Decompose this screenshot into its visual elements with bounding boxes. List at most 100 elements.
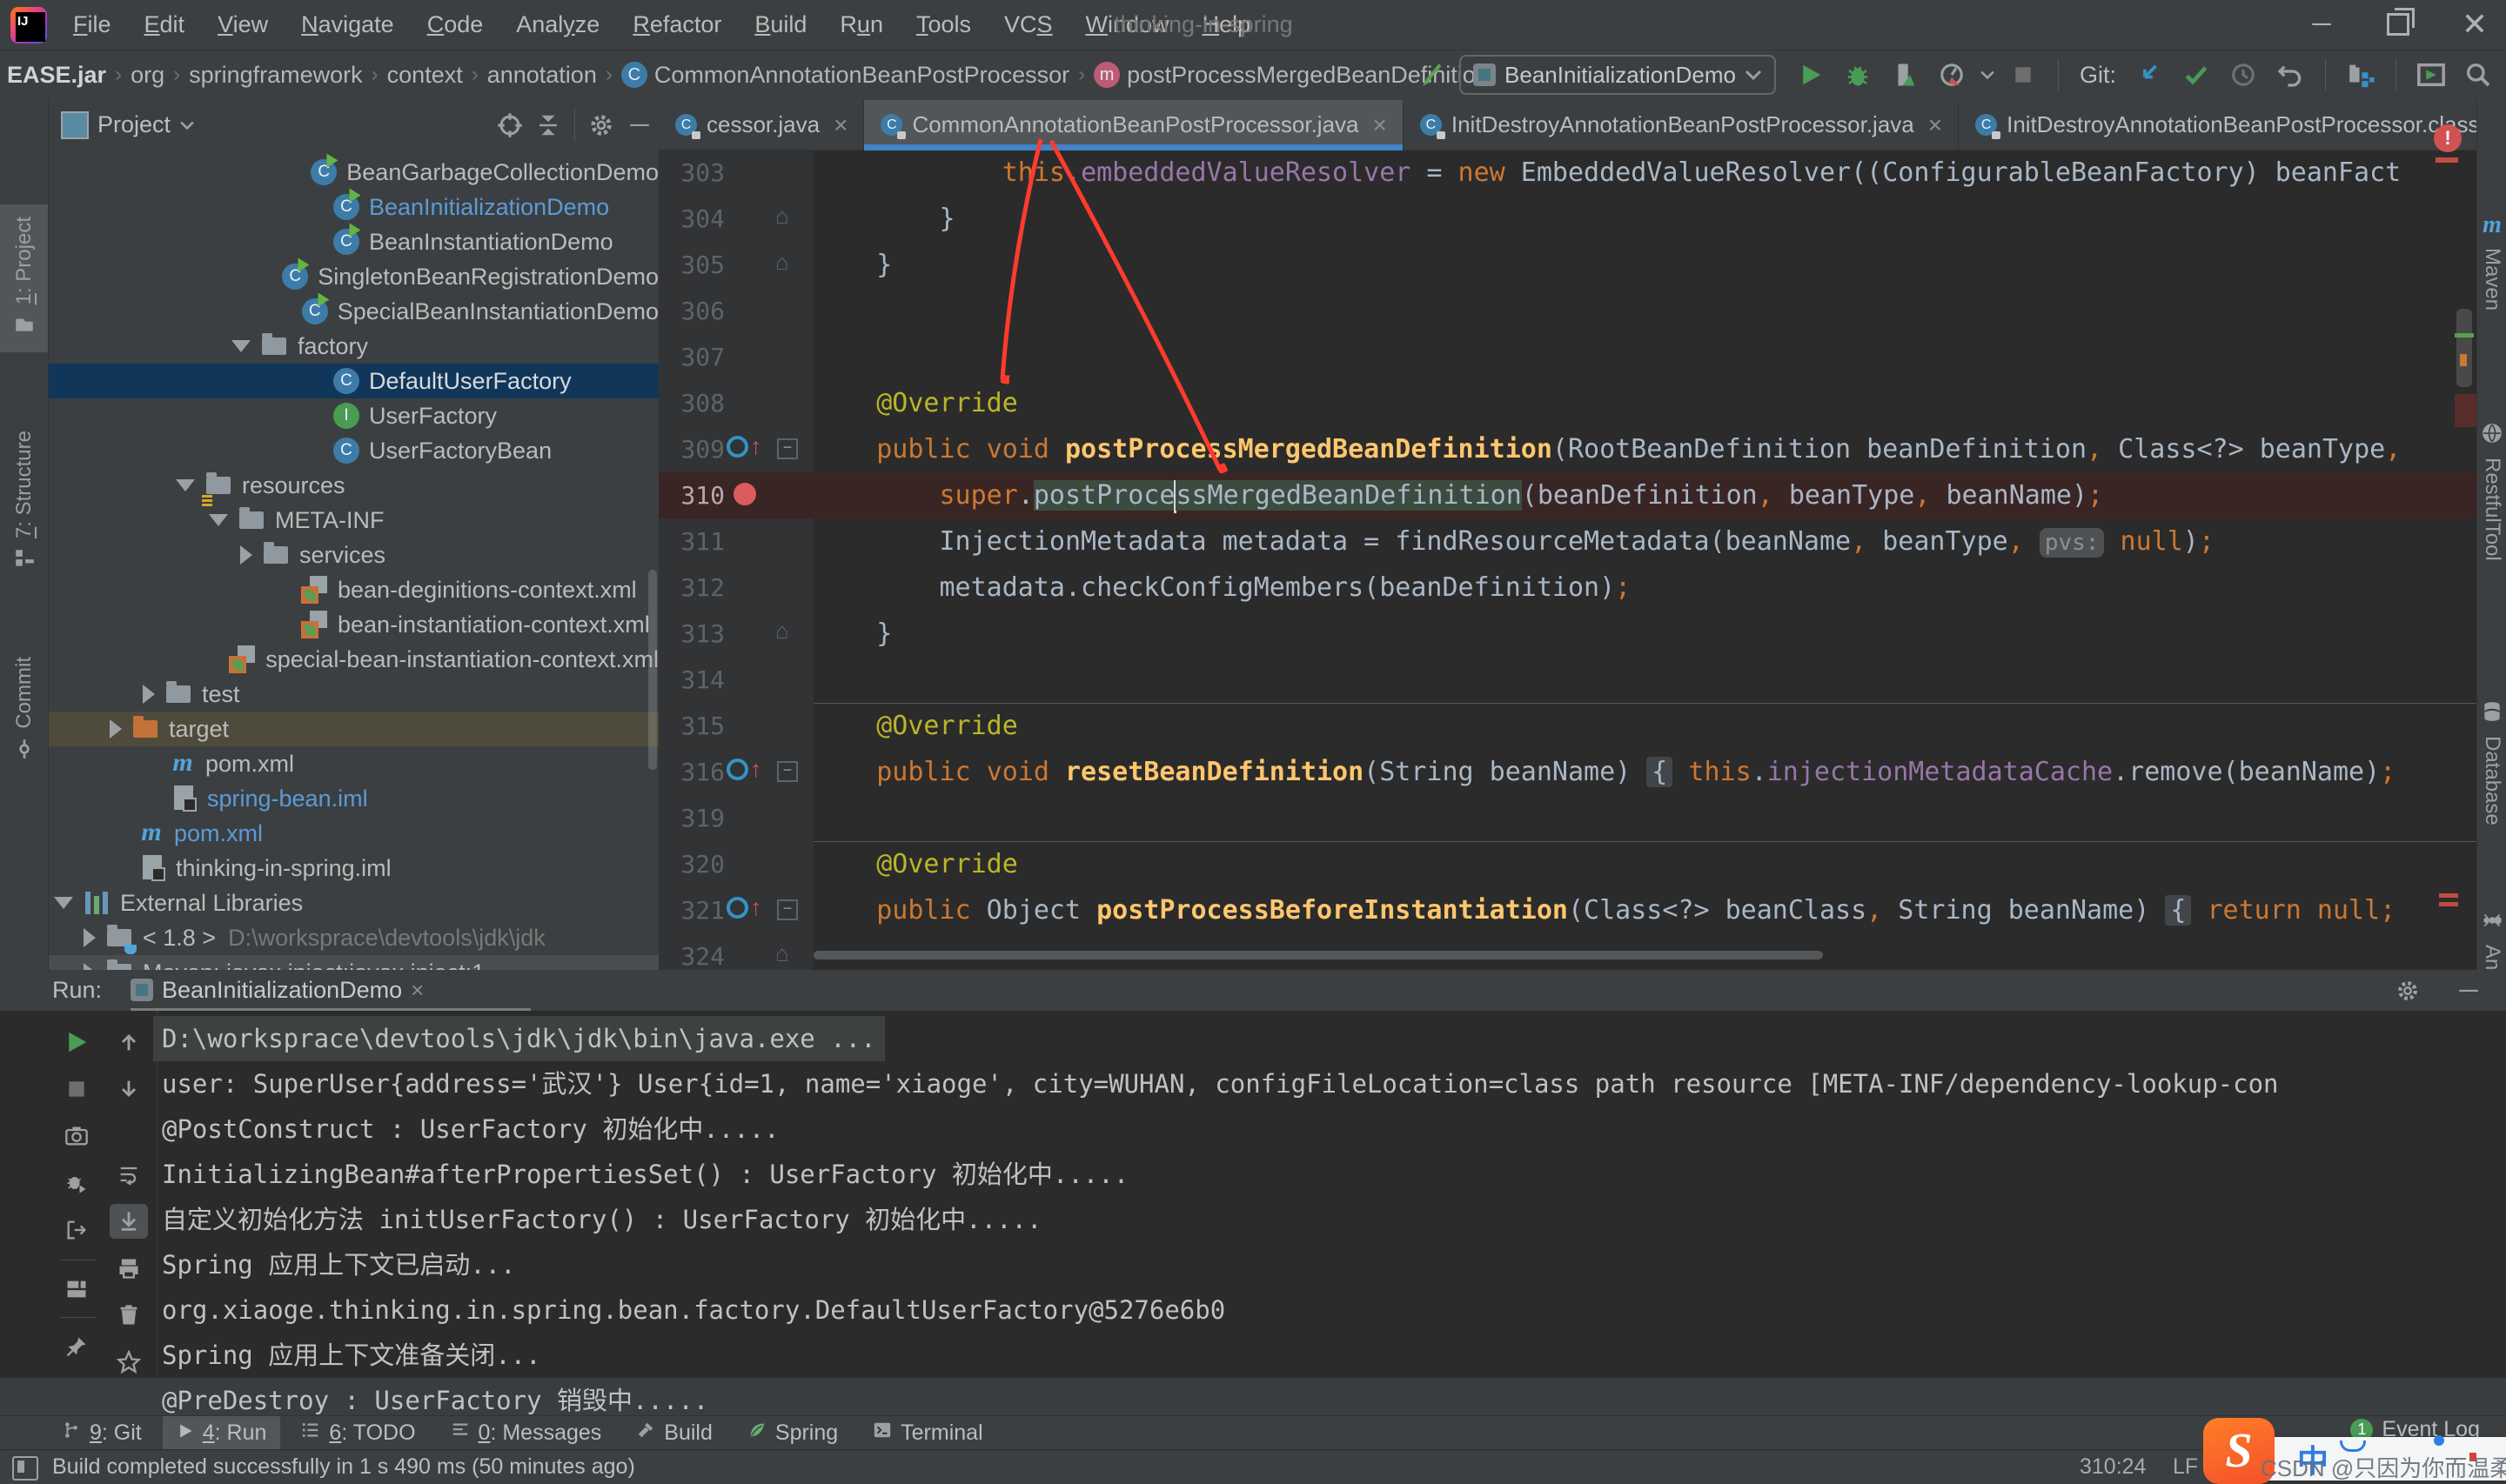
tree-expand-arrow[interactable] [143, 685, 155, 704]
close-icon[interactable]: ✕ [2459, 9, 2490, 40]
editor-tab[interactable]: Ccessor.java× [659, 100, 864, 150]
gear-icon[interactable] [2389, 972, 2427, 1010]
tree-item[interactable]: < 1.8 >D:\worksprace\devtools\jdk\jdk [49, 920, 659, 955]
reader-mode-icon[interactable] [12, 1456, 38, 1481]
editor-gutter[interactable]: 315 [659, 703, 814, 749]
code-line[interactable]: 314 [659, 657, 2476, 703]
menu-refactor[interactable]: Refactor [622, 6, 732, 43]
menu-edit[interactable]: Edit [134, 6, 196, 43]
tree-item[interactable]: CSingletonBeanRegistrationDemo [49, 259, 659, 294]
breadcrumb-item[interactable]: org [131, 62, 164, 89]
code-line[interactable]: 304⌂ } [659, 196, 2476, 242]
gear-icon[interactable] [582, 106, 620, 144]
overriding-method-icon[interactable]: ↑ [727, 435, 762, 458]
debug-button[interactable] [1839, 56, 1877, 94]
tool-window-button----git[interactable]: 9: Git [48, 1416, 156, 1449]
console-line[interactable]: @PreDestroy : UserFactory 销毁中..... [0, 1378, 2506, 1415]
editor-scrollbar-thumb[interactable] [2456, 309, 2472, 387]
menu-file[interactable]: File [63, 6, 122, 43]
console-line[interactable]: InitializingBean#afterPropertiesSet() : … [0, 1152, 2506, 1197]
tree-item[interactable]: External Libraries [49, 886, 659, 920]
code-line[interactable]: 308 @Override [659, 380, 2476, 426]
close-icon[interactable]: × [1928, 111, 1942, 139]
status-message[interactable]: Build completed successfully in 1 s 490 … [52, 1454, 635, 1480]
code-line[interactable]: 320 @Override [659, 841, 2476, 887]
code-line[interactable]: 309↑− public void postProcessMergedBeanD… [659, 426, 2476, 472]
git-update-button[interactable] [2130, 56, 2168, 94]
tree-expand-arrow[interactable] [110, 719, 122, 739]
tree-item[interactable]: CDefaultUserFactory [49, 364, 659, 398]
tree-item[interactable]: services [49, 538, 659, 572]
history-clock-icon[interactable] [2224, 56, 2262, 94]
code-line[interactable]: 312 metadata.checkConfigMembers(beanDefi… [659, 565, 2476, 611]
stop-button[interactable] [2004, 56, 2042, 94]
tree-item[interactable]: factory [49, 329, 659, 364]
rollback-brush-icon[interactable] [1412, 56, 1451, 94]
tree-item[interactable]: bean-instantiation-context.xml [49, 607, 659, 642]
editor-gutter[interactable]: 320 [659, 841, 814, 887]
fold-marker-icon[interactable]: ⌂ [775, 618, 789, 645]
tree-expand-arrow[interactable] [84, 963, 96, 970]
collapse-all-icon[interactable] [529, 106, 567, 144]
search-everywhere-icon[interactable] [2459, 56, 2497, 94]
fold-box-icon[interactable]: − [777, 899, 798, 920]
tool-window-button----messages[interactable]: 0: Messages [437, 1416, 616, 1449]
code-line[interactable]: 321↑− public Object postProcessBeforeIns… [659, 887, 2476, 933]
code-line[interactable]: 315 @Override [659, 703, 2476, 749]
tree-item[interactable]: CBeanInitializationDemo [49, 190, 659, 224]
tool-stripe-ant[interactable]: Ant [2477, 909, 2506, 976]
editor-gutter[interactable]: 307 [659, 334, 814, 380]
tool-stripe-maven[interactable]: mMaven [2477, 211, 2506, 311]
editor-horizontal-scrollbar[interactable] [814, 951, 1823, 959]
tree-item[interactable]: spring-bean.iml [49, 781, 659, 816]
fold-marker-icon[interactable]: ⌂ [775, 249, 789, 276]
tool-stripe-commit[interactable]: Commit [0, 657, 48, 765]
close-icon[interactable]: × [411, 977, 424, 1004]
tree-expand-arrow[interactable] [209, 514, 228, 526]
editor-tab[interactable]: CInitDestroyAnnotationBeanPostProcessor.… [1959, 100, 2506, 150]
editor-gutter[interactable]: 321↑− [659, 887, 814, 933]
code-line[interactable]: 305⌂ } [659, 242, 2476, 288]
code-editor[interactable]: 303 this.embeddedValueResolver = new Emb… [659, 150, 2476, 970]
code-line[interactable]: 303 this.embeddedValueResolver = new Emb… [659, 150, 2476, 196]
tree-item[interactable]: resources [49, 468, 659, 503]
minimize-icon[interactable]: ─ [2306, 9, 2337, 40]
run-button[interactable] [1792, 56, 1830, 94]
editor-gutter[interactable]: 306 [659, 288, 814, 334]
tree-item[interactable]: bean-deginitions-context.xml [49, 572, 659, 607]
profiler-button[interactable] [1933, 56, 1971, 94]
line-ending[interactable]: LF [2173, 1454, 2198, 1480]
console-line[interactable]: 自定义初始化方法 initUserFactory() : UserFactory… [0, 1197, 2506, 1242]
fold-marker-icon[interactable]: ⌂ [775, 940, 789, 967]
tree-expand-arrow[interactable] [176, 479, 195, 491]
editor-gutter[interactable]: 305⌂ [659, 242, 814, 288]
tree-item[interactable]: thinking-in-spring.iml [49, 851, 659, 886]
run-anything-icon[interactable] [2412, 56, 2450, 94]
tree-item[interactable]: CUserFactoryBean [49, 433, 659, 468]
project-panel-title[interactable]: Project [97, 111, 171, 138]
tool-window-button-terminal[interactable]: Terminal [859, 1416, 996, 1449]
project-scrollbar[interactable] [648, 570, 657, 770]
tree-item[interactable]: META-INF [49, 503, 659, 538]
tool-window-button----todo[interactable]: 6: TODO [287, 1416, 429, 1449]
tool-window-button----run[interactable]: 4: Run [163, 1416, 281, 1449]
project-structure-icon[interactable] [2342, 56, 2380, 94]
tool-stripe-restfultool[interactable]: RestfulTool [2477, 422, 2506, 561]
fold-box-icon[interactable]: − [777, 761, 798, 782]
breadcrumb-item[interactable]: springframework [189, 62, 363, 89]
menu-build[interactable]: Build [744, 6, 817, 43]
tree-expand-arrow[interactable] [84, 928, 96, 947]
tree-expand-arrow[interactable] [54, 897, 73, 909]
code-line[interactable]: 313⌂ } [659, 611, 2476, 657]
breadcrumb-item[interactable]: context [387, 62, 463, 89]
code-line[interactable]: 306 [659, 288, 2476, 334]
tree-expand-arrow[interactable] [240, 545, 252, 565]
console-line[interactable]: user: SuperUser{address='武汉'} User{id=1,… [0, 1061, 2506, 1106]
editor-gutter[interactable]: 316↑− [659, 749, 814, 795]
menu-navigate[interactable]: Navigate [291, 6, 405, 43]
tree-item[interactable]: special-bean-instantiation-context.xml [49, 642, 659, 677]
menu-tools[interactable]: Tools [906, 6, 982, 43]
hide-panel-icon[interactable]: ─ [2449, 972, 2488, 1010]
overriding-method-icon[interactable]: ↑ [727, 758, 762, 781]
editor-gutter[interactable]: 313⌂ [659, 611, 814, 657]
